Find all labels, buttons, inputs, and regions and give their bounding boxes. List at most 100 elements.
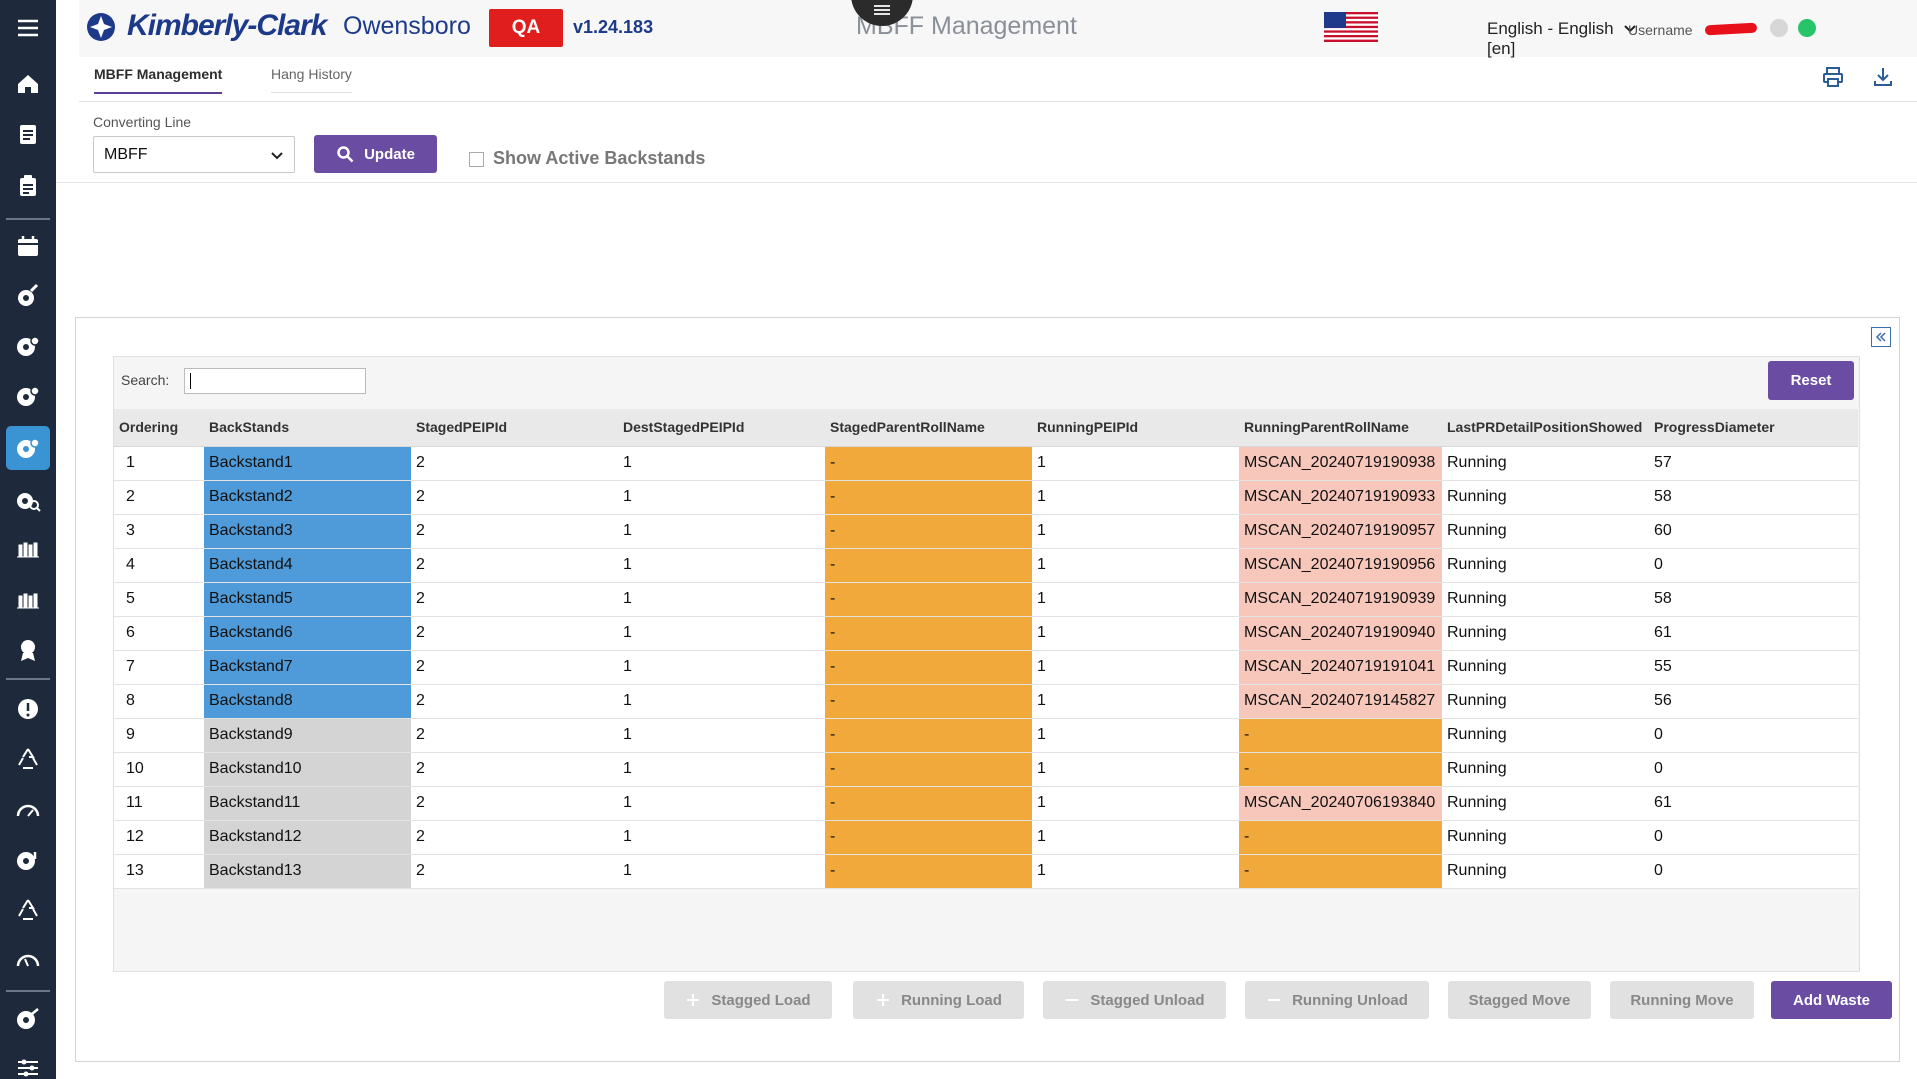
staged-roll-cell: - [825, 616, 1032, 651]
progress-diameter-cell: 0 [1649, 752, 1858, 787]
sliders-icon[interactable] [0, 1046, 56, 1079]
wrench-roll-icon[interactable] [0, 274, 56, 318]
dest-staged-peip-cell: 1 [618, 616, 825, 651]
recycle-alt-icon[interactable] [0, 888, 56, 932]
table-row[interactable]: 7 Backstand7 2 1-1 MSCAN_20240719191041 Runni… [114, 650, 1858, 685]
table-row[interactable]: 9 Backstand9 2 1-1- Running 0 [114, 718, 1858, 753]
ordering-cell: 3 [114, 514, 204, 549]
warehouse-icon[interactable] [0, 527, 56, 571]
roll-edit-icon[interactable] [0, 997, 56, 1041]
action-label: Stagged Unload [1090, 991, 1205, 1009]
column-header-last-pr-detail-position[interactable]: LastPRDetailPositionShowed [1442, 409, 1649, 447]
stagged-load-button[interactable]: Stagged Load [664, 981, 832, 1019]
warehouse-alt-icon[interactable] [0, 578, 56, 622]
ordering-cell: 6 [114, 616, 204, 651]
staged-roll-cell: - [825, 480, 1032, 515]
staged-roll-cell: - [825, 446, 1032, 481]
minus-icon [1268, 999, 1281, 1001]
running-peip-cell: 1 [1032, 786, 1239, 821]
menu-icon[interactable] [0, 6, 56, 50]
table-row[interactable]: 8 Backstand8 2 1-1 MSCAN_20240719145827 Runni… [114, 684, 1858, 719]
column-header-ordering[interactable]: Ordering [114, 409, 204, 447]
speed-icon[interactable] [0, 938, 56, 982]
last-position-cell: Running [1442, 854, 1649, 889]
collapse-button[interactable] [1871, 327, 1891, 347]
running-load-button[interactable]: Running Load [853, 981, 1024, 1019]
last-position-cell: Running [1442, 548, 1649, 583]
last-position-cell: Running [1442, 718, 1649, 753]
gauge-icon[interactable] [0, 788, 56, 832]
running-roll-cell: MSCAN_20240719190939 [1239, 582, 1442, 617]
stagged-move-button[interactable]: Stagged Move [1448, 981, 1591, 1019]
plus-icon [877, 994, 890, 1006]
reset-button[interactable]: Reset [1768, 361, 1854, 400]
dest-staged-peip-cell: 1 [618, 548, 825, 583]
table-row[interactable]: 5 Backstand5 2 1-1 MSCAN_20240719190939 Runni… [114, 582, 1858, 617]
dest-staged-peip-cell: 1 [618, 480, 825, 515]
column-header-staged-parent-roll-name[interactable]: StagedParentRollName [825, 409, 1032, 447]
search-icon [337, 146, 354, 163]
table-row[interactable]: 3 Backstand3 2 1-1 MSCAN_20240719190957 Runni… [114, 514, 1858, 549]
running-peip-cell: 1 [1032, 548, 1239, 583]
running-move-button[interactable]: Running Move [1610, 981, 1754, 1019]
progress-diameter-cell: 0 [1649, 820, 1858, 855]
plus-icon [687, 994, 700, 1006]
download-icon[interactable] [1872, 66, 1894, 88]
table-row[interactable]: 10 Backstand10 2 1-1- Running 0 [114, 752, 1858, 787]
table-row[interactable]: 1 Backstand1 2 1-1 MSCAN_20240719190938 Runni… [114, 446, 1858, 481]
roll-search-icon[interactable] [0, 477, 56, 521]
calendar-icon[interactable] [0, 224, 56, 268]
notes-icon[interactable] [0, 112, 56, 156]
table-row[interactable]: 11 Backstand11 2 1-1 MSCAN_20240706193840 Run… [114, 786, 1858, 821]
running-unload-button[interactable]: Running Unload [1245, 981, 1429, 1019]
roll-settings-icon[interactable] [0, 426, 56, 470]
roll-warning-icon[interactable] [0, 838, 56, 882]
table-row[interactable]: 4 Backstand4 2 1-1 MSCAN_20240719190956 Runni… [114, 548, 1858, 583]
dest-staged-peip-cell: 1 [618, 684, 825, 719]
staged-peip-cell: 2 [411, 854, 618, 889]
search-input[interactable] [184, 368, 366, 394]
backstand-cell: Backstand4 [204, 548, 411, 583]
print-icon[interactable] [1822, 66, 1844, 88]
kimberly-clark-logo-icon [87, 13, 115, 41]
add-waste-button[interactable]: Add Waste [1771, 981, 1892, 1019]
column-header-running-peip-id[interactable]: RunningPEIPId [1032, 409, 1239, 447]
status-dot-online [1798, 19, 1816, 37]
clipboard-icon[interactable] [0, 164, 56, 208]
roll-check-icon[interactable] [0, 374, 56, 418]
column-header-backstands[interactable]: BackStands [204, 409, 411, 447]
column-header-running-parent-roll-name[interactable]: RunningParentRollName [1239, 409, 1442, 447]
table-row[interactable]: 2 Backstand2 2 1-1 MSCAN_20240719190933 Runni… [114, 480, 1858, 515]
ordering-cell: 9 [114, 718, 204, 753]
update-button[interactable]: Update [314, 135, 437, 173]
table-row[interactable]: 6 Backstand6 2 1-1 MSCAN_20240719190940 Runni… [114, 616, 1858, 651]
table-row[interactable]: 12 Backstand12 2 1-1- Running 0 [114, 820, 1858, 855]
home-icon[interactable] [0, 62, 56, 106]
divider [56, 182, 1917, 183]
column-header-progress-diameter[interactable]: ProgressDiameter [1649, 409, 1858, 447]
tab-mbff-management[interactable]: MBFF Management [94, 66, 223, 94]
recycle-icon[interactable] [0, 737, 56, 781]
last-position-cell: Running [1442, 650, 1649, 685]
ordering-cell: 5 [114, 582, 204, 617]
env-badge: QA [489, 9, 563, 47]
stagged-unload-button[interactable]: Stagged Unload [1043, 981, 1226, 1019]
staged-peip-cell: 2 [411, 548, 618, 583]
column-header-dest-staged-peip-id[interactable]: DestStagedPEIPId [618, 409, 825, 447]
tab-hang-history[interactable]: Hang History [271, 66, 352, 93]
language-select[interactable]: English - English [en] [1408, 10, 1640, 58]
alert-icon[interactable] [0, 687, 56, 731]
ordering-cell: 13 [114, 854, 204, 889]
converting-line-select[interactable]: MBFF [93, 136, 295, 173]
backstand-cell: Backstand11 [204, 786, 411, 821]
award-icon[interactable] [0, 628, 56, 672]
ordering-cell: 7 [114, 650, 204, 685]
roll-gear-icon[interactable] [0, 324, 56, 368]
running-roll-cell: MSCAN_20240719145827 [1239, 684, 1442, 719]
column-header-staged-peip-id[interactable]: StagedPEIPId [411, 409, 618, 447]
show-active-label[interactable]: Show Active Backstands [493, 148, 705, 169]
staged-peip-cell: 2 [411, 446, 618, 481]
table-row[interactable]: 13 Backstand13 2 1-1- Running 0 [114, 854, 1858, 889]
show-active-checkbox[interactable] [469, 152, 484, 167]
running-peip-cell: 1 [1032, 582, 1239, 617]
